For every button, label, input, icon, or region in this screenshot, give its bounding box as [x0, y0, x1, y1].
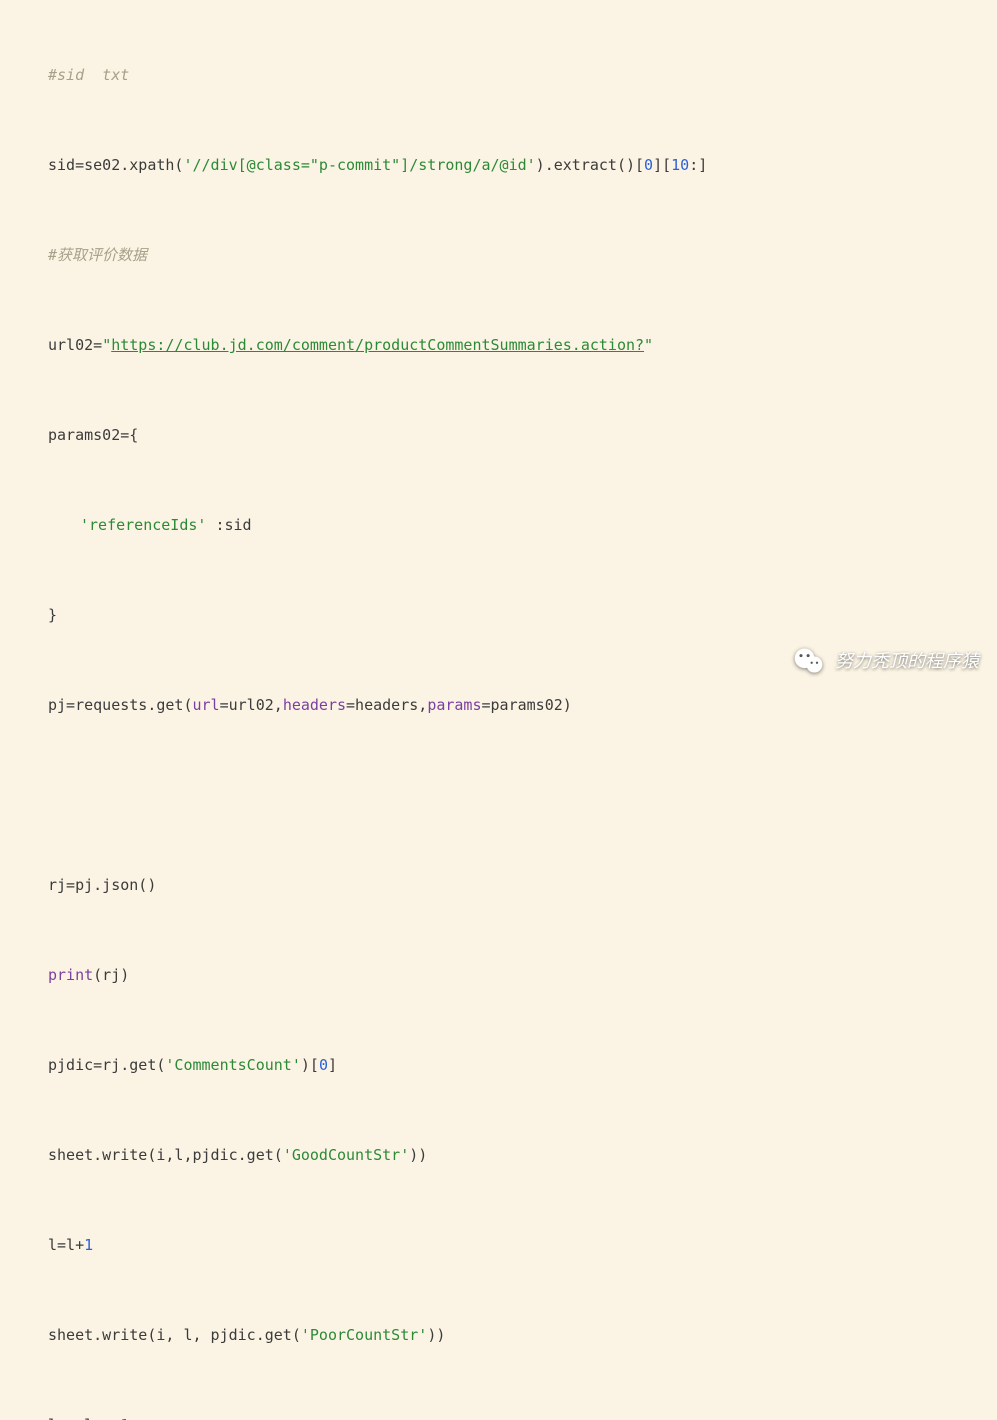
code-line: sheet.write(i,l,pjdic.get('GoodCountStr'…: [8, 1140, 997, 1170]
code-line: l=l+1: [8, 1230, 997, 1260]
code-line: pj=requests.get(url=url02,headers=header…: [8, 690, 997, 720]
comment-text: #获取评价数据: [48, 246, 147, 264]
code-line: 'referenceIds' :sid: [8, 510, 997, 540]
code-line: rj=pj.json(): [8, 870, 997, 900]
url-literal: https://club.jd.com/comment/productComme…: [111, 336, 644, 354]
code-line: print(rj): [8, 960, 997, 990]
line-gutter: [0, 0, 34, 710]
code-line: sid=se02.xpath('//div[@class="p-commit"]…: [8, 150, 997, 180]
code-line: l = l + 1: [8, 1410, 997, 1420]
code-line: #获取评价数据: [8, 240, 997, 270]
code-block: #sid txt sid=se02.xpath('//div[@class="p…: [0, 0, 997, 1420]
code-line: #sid txt: [8, 60, 997, 90]
code-line: pjdic=rj.get('CommentsCount')[0]: [8, 1050, 997, 1080]
comment-text: #sid txt: [48, 66, 129, 84]
code-line: [8, 780, 997, 810]
code-line: sheet.write(i, l, pjdic.get('PoorCountSt…: [8, 1320, 997, 1350]
code-line: params02={: [8, 420, 997, 450]
code-line: }: [8, 600, 997, 630]
code-line: url02="https://club.jd.com/comment/produ…: [8, 330, 997, 360]
